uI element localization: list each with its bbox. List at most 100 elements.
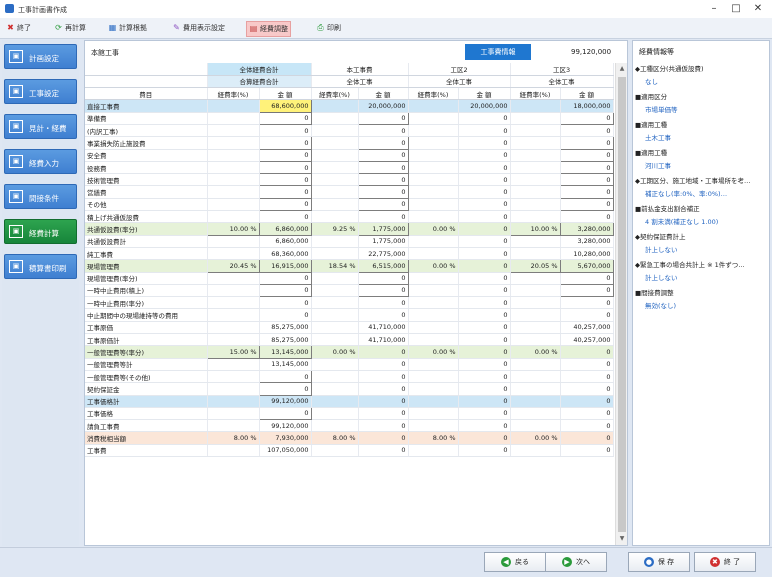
input-cell[interactable]: 0 (258, 160, 312, 175)
input-cell[interactable]: 5,670,000 (559, 259, 614, 273)
input-cell[interactable]: 0 (357, 197, 409, 212)
input-cell[interactable]: 10.00 % (509, 222, 561, 236)
value-cell: 0 (458, 259, 511, 273)
input-cell[interactable]: 3,280,000 (559, 222, 614, 236)
input-cell[interactable]: 13,145,000 (258, 345, 312, 359)
scroll-down-icon[interactable]: ▼ (616, 533, 627, 545)
footer-button-0[interactable]: ◀ 戻る (484, 552, 546, 572)
sidebar-item-4[interactable]: ▣ 間接条件 (4, 184, 77, 209)
value-cell (408, 161, 459, 175)
row-label: 一般管理費等計 (85, 358, 208, 371)
input-cell[interactable]: 10.00 % (206, 222, 260, 236)
value-cell: 0 (358, 308, 409, 322)
input-cell[interactable]: 0 (258, 136, 312, 150)
input-cell[interactable]: 0 (258, 369, 312, 384)
value-cell (207, 296, 260, 310)
sidebar-item-3[interactable]: ▣ 経費入力 (4, 149, 77, 174)
sidebar-item-1[interactable]: ▣ 工事設定 (4, 79, 77, 104)
input-cell[interactable]: 0 (559, 271, 614, 285)
input-cell[interactable]: 0 (258, 185, 312, 199)
group-header[interactable]: 本工事費 (311, 63, 409, 76)
toolbar-button-4[interactable]: ▤ 経費調整 (246, 21, 291, 37)
input-cell[interactable]: 15.00 % (206, 345, 260, 359)
input-cell[interactable]: 0 (258, 406, 312, 421)
value-cell: 0 (458, 444, 511, 458)
input-cell[interactable]: 0 (357, 271, 409, 285)
info-value-link[interactable]: 河川工事 (645, 160, 769, 170)
footer-button-2[interactable]: ● 保 存 (628, 552, 690, 572)
input-cell[interactable]: 0 (258, 173, 312, 187)
toolbar-button-2[interactable]: ▦ 計算根拠 (106, 21, 149, 35)
group-header[interactable]: 全体経費合計 (207, 63, 312, 76)
sidebar-item-6[interactable]: ▣ 積算書印刷 (4, 254, 77, 279)
maximize-button[interactable]: □ (726, 2, 746, 16)
toolbar-button-3[interactable]: ✎ 費用表示設定 (170, 21, 227, 35)
window-close-button[interactable]: ✕ (748, 2, 768, 16)
value-cell (408, 198, 459, 212)
info-value-link[interactable]: 土木工事 (645, 132, 769, 142)
input-cell[interactable]: 0 (258, 283, 312, 298)
toolbar-button-5[interactable]: ⎙ 印刷 (314, 21, 343, 35)
value-cell: 0 (358, 345, 409, 359)
input-cell[interactable]: 0 (559, 173, 614, 187)
input-cell[interactable]: 0 (357, 185, 409, 199)
info-value-link[interactable]: 計上しない (645, 272, 769, 282)
input-cell[interactable]: 0 (258, 111, 312, 125)
info-value-link[interactable]: 計上しない (645, 244, 769, 254)
input-cell[interactable]: 0 (357, 136, 409, 150)
input-cell[interactable]: 6,515,000 (357, 259, 409, 273)
scroll-up-icon[interactable]: ▲ (616, 63, 627, 75)
input-cell[interactable]: 0 (357, 148, 409, 162)
table-row: 技術管理費 0 0 0 0 (85, 173, 614, 187)
group-header[interactable]: 工区3 (510, 63, 614, 76)
input-cell[interactable]: 0 (559, 185, 614, 199)
input-cell[interactable]: 20.05 % (509, 259, 561, 273)
kouji-info-button[interactable]: 工事費情報 (465, 44, 531, 60)
minimize-button[interactable]: – (704, 2, 724, 16)
scroll-thumb[interactable] (618, 77, 626, 532)
input-cell[interactable]: 0 (258, 382, 312, 396)
input-cell[interactable]: 0 (559, 148, 614, 162)
sidebar-item-5[interactable]: ▣ 経費計算 (4, 219, 77, 244)
sidebar-item-2[interactable]: ▣ 見計・経費 (4, 114, 77, 139)
input-cell[interactable]: 20.45 % (206, 259, 260, 273)
value-cell (311, 99, 359, 113)
toolbar-button-0[interactable]: ✖ 終了 (4, 21, 33, 35)
value-cell: 0 (458, 198, 511, 212)
input-cell[interactable]: 0 (559, 197, 614, 212)
footer-button-3[interactable]: ✖ 終 了 (694, 552, 756, 572)
input-cell[interactable]: 0 (559, 160, 614, 175)
info-value-link[interactable]: 無効(なし) (645, 300, 769, 310)
input-cell[interactable]: 0 (559, 111, 614, 125)
input-cell[interactable]: 0 (357, 111, 409, 125)
value-cell (207, 272, 260, 285)
group-header[interactable]: 工区2 (408, 63, 511, 76)
value-cell (408, 382, 459, 396)
input-cell[interactable]: 0 (258, 197, 312, 212)
info-value-link[interactable]: 補正なし(率:0%、率:0%)… (645, 188, 769, 198)
info-value-link[interactable]: なし (645, 76, 769, 86)
value-cell: 22,775,000 (358, 247, 409, 261)
footer-button-1[interactable]: ▶ 次へ (545, 552, 607, 572)
value-cell: 0 (458, 308, 511, 322)
info-value-link[interactable]: 市場単価等 (645, 104, 769, 114)
input-cell[interactable]: 0 (559, 136, 614, 150)
info-value-link[interactable]: 4 割未満(補正なし 1.00) (645, 216, 769, 226)
row-label: 契約保証金 (85, 382, 208, 396)
input-cell[interactable]: 6,860,000 (258, 222, 312, 236)
info-panel: 経費情報等 ◆工種区分(共通仮設費) なし ■適用区分 市場単価等 ■適用工種 土木工事 ■… (632, 40, 770, 546)
input-cell[interactable]: 68,600,000 (258, 99, 312, 113)
input-cell[interactable]: 1,775,000 (357, 222, 409, 236)
input-cell[interactable]: 16,915,000 (258, 259, 312, 273)
input-cell[interactable]: 0 (357, 173, 409, 187)
input-cell[interactable]: 0 (357, 283, 409, 298)
toolbar-button-1[interactable]: ⟳ 再計算 (52, 21, 88, 35)
input-cell[interactable]: 0 (559, 283, 614, 298)
sidebar-item-0[interactable]: ▣ 計画設定 (4, 44, 77, 69)
vertical-scrollbar[interactable]: ▲ ▼ (615, 63, 627, 545)
input-cell[interactable]: 0 (258, 148, 312, 162)
adjust-icon: ▤ (249, 24, 258, 33)
input-cell[interactable]: 0 (258, 271, 312, 285)
value-cell: 8.00 % (207, 431, 260, 445)
input-cell[interactable]: 0 (357, 160, 409, 175)
